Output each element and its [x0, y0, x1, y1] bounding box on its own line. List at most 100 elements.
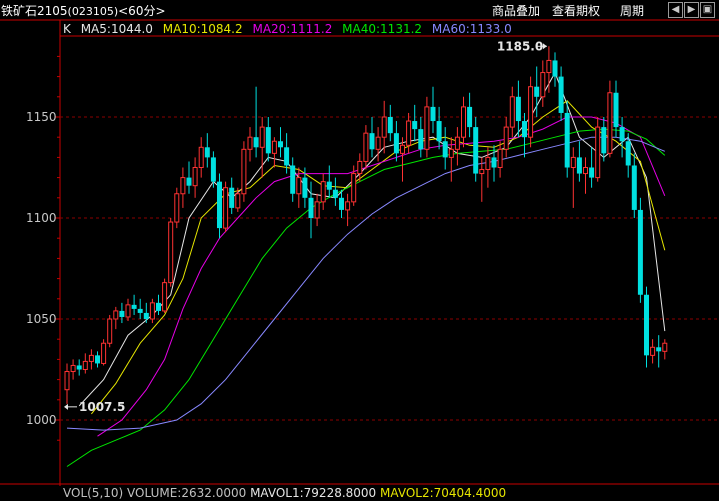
- candle-body-up: [448, 148, 454, 158]
- candle: [265, 117, 271, 162]
- candle-body-down: [564, 112, 570, 168]
- candle-body-down: [412, 121, 418, 130]
- candle: [241, 141, 247, 202]
- candle: [271, 137, 277, 168]
- candle: [308, 181, 314, 239]
- candle-body-up: [241, 148, 247, 195]
- price-annotations: 1185.0 1007.5: [64, 39, 547, 414]
- candle: [454, 127, 460, 166]
- candle: [101, 339, 107, 366]
- candle-body-up: [381, 116, 387, 138]
- candle-body-up: [235, 193, 241, 209]
- candle: [70, 359, 76, 380]
- candle-body-down: [552, 60, 558, 77]
- candle-body-up: [497, 148, 503, 169]
- candle-body-down: [210, 157, 216, 182]
- candle: [552, 52, 558, 87]
- candle: [631, 153, 637, 218]
- candle-body-up: [107, 318, 113, 344]
- low-price-label: 1007.5: [79, 400, 125, 414]
- candle-body-down: [393, 133, 399, 154]
- candle-body-up: [454, 136, 460, 150]
- candle: [656, 335, 662, 368]
- candle: [387, 104, 393, 142]
- candle: [186, 161, 192, 194]
- candle-body-up: [314, 201, 320, 219]
- candle-body-up: [583, 167, 588, 175]
- candle-body-down: [601, 127, 607, 154]
- candle-body-down: [631, 165, 637, 210]
- candle: [570, 147, 576, 208]
- candle: [82, 353, 88, 374]
- candle-body-up: [125, 304, 131, 318]
- candle-body-up: [406, 120, 412, 146]
- candle-body-up: [607, 92, 613, 154]
- candle: [448, 137, 454, 182]
- low-arrow-head: [64, 403, 68, 410]
- candle-body-down: [217, 181, 222, 229]
- candle-body-up: [168, 221, 174, 284]
- candle: [644, 286, 649, 368]
- candle: [229, 177, 235, 214]
- candle-body-down: [576, 157, 582, 174]
- candle-body-up: [113, 310, 119, 320]
- candle: [442, 127, 448, 170]
- candle: [576, 141, 582, 182]
- candle-body-up: [528, 86, 534, 138]
- candle-body-down: [558, 76, 564, 113]
- candle-body-down: [326, 181, 332, 190]
- candle-body-down: [156, 302, 161, 311]
- candle-body-up: [192, 167, 198, 187]
- candle-body-down: [137, 308, 143, 313]
- candle-body-up: [223, 187, 229, 229]
- candlestick-chart[interactable]: 1000 1050 1100 1150 1185.0 1007.5: [0, 0, 719, 501]
- candle-body-up: [296, 177, 302, 195]
- legend-ma60: MA60:1133.0: [431, 22, 512, 36]
- candle-body-down: [143, 312, 149, 319]
- candle: [369, 117, 375, 158]
- candle-body-up: [570, 156, 576, 168]
- candle: [375, 127, 381, 162]
- high-price-label: 1185.0: [497, 39, 543, 53]
- candle: [320, 173, 326, 210]
- candle-body-down: [229, 187, 235, 208]
- candle: [430, 86, 436, 134]
- candle-body-up: [345, 201, 351, 211]
- candle: [174, 187, 180, 229]
- legend-prefix: K: [63, 22, 71, 36]
- candle-body-down: [436, 121, 442, 142]
- candle: [168, 218, 174, 287]
- vol-mavol1: MAVOL1:79228.8000: [250, 486, 377, 500]
- candle-body-up: [595, 126, 601, 179]
- candle: [95, 351, 100, 368]
- candle-body-down: [131, 304, 137, 309]
- candle-body-up: [400, 144, 405, 154]
- candle-body-down: [534, 86, 540, 97]
- candle-body-down: [302, 177, 308, 198]
- candle-body-down: [515, 96, 521, 122]
- candle-body-up: [540, 72, 546, 98]
- vol-label: VOL(5,10): [63, 486, 124, 500]
- candle-body-down: [95, 355, 100, 364]
- y-tick-label: 1050: [26, 312, 57, 326]
- candle: [400, 137, 405, 182]
- y-tick-label: 1150: [26, 110, 57, 124]
- candle-body-up: [509, 96, 515, 128]
- candle-body-up: [162, 282, 168, 312]
- candle-body-down: [339, 197, 344, 210]
- candle-body-up: [485, 156, 491, 171]
- candles: [64, 46, 668, 404]
- candle-body-down: [430, 106, 436, 122]
- candle-body-up: [271, 140, 277, 154]
- candle-body-up: [247, 136, 253, 150]
- candle: [210, 151, 216, 188]
- candle: [223, 181, 229, 233]
- candle-body-down: [619, 127, 625, 142]
- candle: [473, 117, 479, 182]
- candle: [125, 298, 131, 322]
- candle: [156, 294, 161, 315]
- candle: [107, 314, 113, 348]
- candle: [88, 349, 94, 370]
- candle-body-up: [259, 126, 265, 148]
- candle-body-up: [351, 173, 357, 203]
